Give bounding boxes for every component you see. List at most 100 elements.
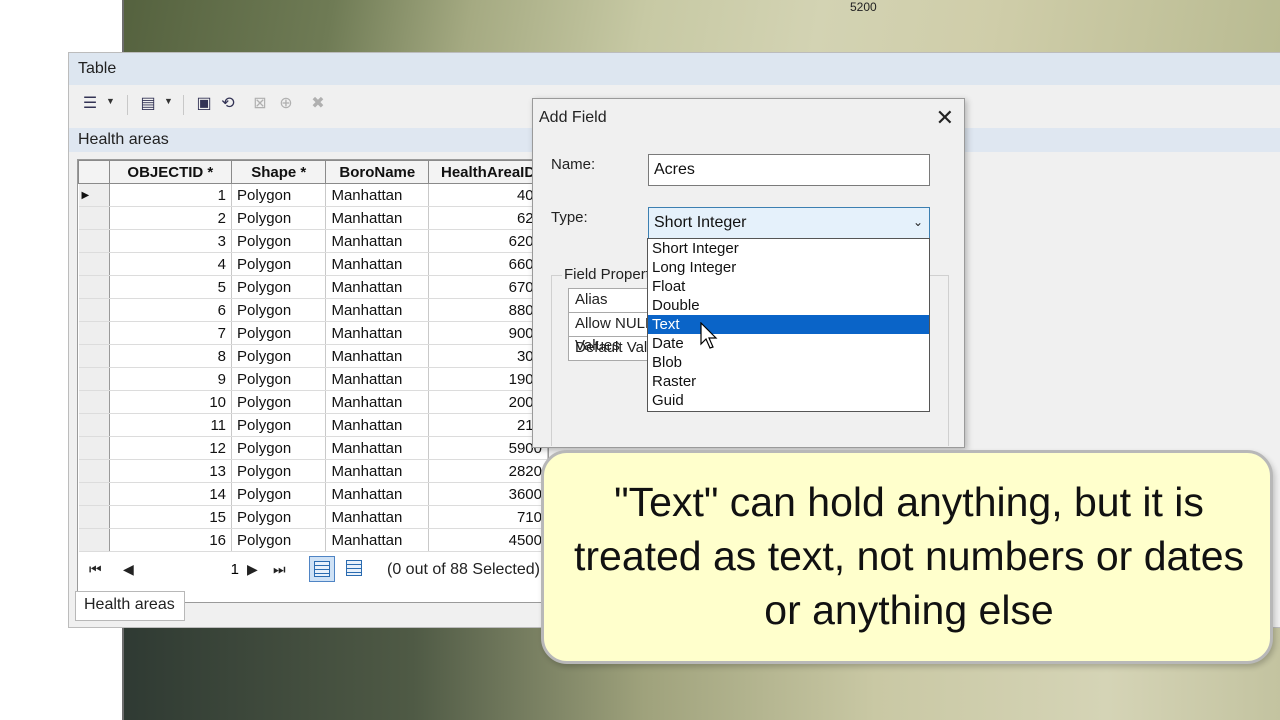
first-record-icon[interactable]: ⏮ xyxy=(89,561,102,578)
cell-objectid[interactable]: 2 xyxy=(109,206,233,230)
row-selector[interactable] xyxy=(78,275,110,299)
cell-boroname[interactable]: Manhattan xyxy=(325,505,430,529)
table-row[interactable]: 5 Polygon Manhattan 6700 xyxy=(78,275,548,299)
cell-shape[interactable]: Polygon xyxy=(231,252,327,276)
cell-boroname[interactable]: Manhattan xyxy=(325,229,430,253)
cell-healthareaid[interactable]: 9000 xyxy=(428,321,548,345)
cell-objectid[interactable]: 12 xyxy=(109,436,233,460)
row-selector[interactable] xyxy=(78,321,110,345)
related-tables-icon[interactable]: ▤ xyxy=(137,93,159,115)
row-selector[interactable] xyxy=(78,367,110,391)
type-option[interactable]: Blob xyxy=(648,353,929,372)
row-selector[interactable] xyxy=(78,298,110,322)
cell-objectid[interactable]: 10 xyxy=(109,390,233,414)
next-record-icon[interactable]: ▶ xyxy=(247,561,258,578)
cell-shape[interactable]: Polygon xyxy=(231,528,327,552)
row-selector[interactable] xyxy=(78,459,110,483)
row-selector[interactable] xyxy=(78,482,110,506)
cell-healthareaid[interactable]: 1900 xyxy=(428,367,548,391)
table-row[interactable]: 14 Polygon Manhattan 3600 xyxy=(78,482,548,506)
cell-shape[interactable]: Polygon xyxy=(231,436,327,460)
table-options-icon[interactable]: ☰ xyxy=(79,93,101,115)
cell-objectid[interactable]: 6 xyxy=(109,298,233,322)
cell-healthareaid[interactable]: 4500 xyxy=(428,528,548,552)
tab-health-areas[interactable]: Health areas xyxy=(75,591,185,621)
cell-objectid[interactable]: 8 xyxy=(109,344,233,368)
table-row[interactable]: 4 Polygon Manhattan 6600 xyxy=(78,252,548,276)
clear-selection-icon[interactable]: ⊠ xyxy=(249,93,271,115)
table-row[interactable]: 13 Polygon Manhattan 2820 xyxy=(78,459,548,483)
cell-healthareaid[interactable]: 5900 xyxy=(428,436,548,460)
cell-objectid[interactable]: 13 xyxy=(109,459,233,483)
cell-boroname[interactable]: Manhattan xyxy=(325,459,430,483)
cell-healthareaid[interactable]: 210 xyxy=(428,413,548,437)
row-selector[interactable] xyxy=(78,344,110,368)
cell-shape[interactable]: Polygon xyxy=(231,298,327,322)
cell-objectid[interactable]: 11 xyxy=(109,413,233,437)
cell-shape[interactable]: Polygon xyxy=(231,505,327,529)
show-all-records-button[interactable] xyxy=(309,556,335,582)
cell-shape[interactable]: Polygon xyxy=(231,344,327,368)
table-row[interactable]: 12 Polygon Manhattan 5900 xyxy=(78,436,548,460)
cell-shape[interactable]: Polygon xyxy=(231,390,327,414)
cell-healthareaid[interactable]: 2820 xyxy=(428,459,548,483)
cell-boroname[interactable]: Manhattan xyxy=(325,321,430,345)
table-row[interactable]: 10 Polygon Manhattan 2000 xyxy=(78,390,548,414)
cell-shape[interactable]: Polygon xyxy=(231,482,327,506)
cell-boroname[interactable]: Manhattan xyxy=(325,344,430,368)
table-row[interactable]: 3 Polygon Manhattan 6200 xyxy=(78,229,548,253)
row-selector[interactable] xyxy=(78,390,110,414)
cell-boroname[interactable]: Manhattan xyxy=(325,413,430,437)
cell-shape[interactable]: Polygon xyxy=(231,229,327,253)
cell-objectid[interactable]: 7 xyxy=(109,321,233,345)
row-selector[interactable] xyxy=(78,528,110,552)
cell-objectid[interactable]: 9 xyxy=(109,367,233,391)
type-option[interactable]: Float xyxy=(648,277,929,296)
cell-shape[interactable]: Polygon xyxy=(231,367,327,391)
cell-boroname[interactable]: Manhattan xyxy=(325,183,430,207)
row-selector[interactable] xyxy=(78,206,110,230)
type-option[interactable]: Double xyxy=(648,296,929,315)
type-option[interactable]: Raster xyxy=(648,372,929,391)
cell-objectid[interactable]: 5 xyxy=(109,275,233,299)
cell-boroname[interactable]: Manhattan xyxy=(325,482,430,506)
cell-healthareaid[interactable]: 400 xyxy=(428,183,548,207)
table-row[interactable]: 15 Polygon Manhattan 710 xyxy=(78,505,548,529)
current-record-input[interactable] xyxy=(153,558,243,580)
table-options-dropdown-icon[interactable]: ▼ xyxy=(106,96,115,106)
cell-objectid[interactable]: 1 xyxy=(109,183,233,207)
column-header-boroname[interactable]: BoroName xyxy=(325,160,430,184)
window-title-bar[interactable]: Table xyxy=(69,53,1280,85)
row-selector[interactable] xyxy=(78,413,110,437)
switch-selection-icon[interactable]: ⟲ xyxy=(217,93,239,115)
cell-objectid[interactable]: 16 xyxy=(109,528,233,552)
cell-boroname[interactable]: Manhattan xyxy=(325,528,430,552)
table-row[interactable]: 16 Polygon Manhattan 4500 xyxy=(78,528,548,552)
cell-boroname[interactable]: Manhattan xyxy=(325,298,430,322)
cell-shape[interactable]: Polygon xyxy=(231,183,327,207)
cell-boroname[interactable]: Manhattan xyxy=(325,206,430,230)
cell-shape[interactable]: Polygon xyxy=(231,275,327,299)
row-selector[interactable]: ▶ xyxy=(78,183,110,207)
cell-healthareaid[interactable]: 300 xyxy=(428,344,548,368)
column-header-shape[interactable]: Shape * xyxy=(231,160,327,184)
field-type-dropdown-list[interactable]: Short Integer Long Integer Float Double Text… xyxy=(647,238,930,412)
cell-boroname[interactable]: Manhattan xyxy=(325,275,430,299)
row-selector[interactable] xyxy=(78,436,110,460)
attribute-table[interactable]: OBJECTID * Shape * BoroName HealthAreaID… xyxy=(77,159,549,603)
cell-shape[interactable]: Polygon xyxy=(231,459,327,483)
select-by-attributes-icon[interactable]: ▣ xyxy=(193,93,215,115)
type-option[interactable]: Short Integer xyxy=(648,239,929,258)
previous-record-icon[interactable]: ◀ xyxy=(123,561,134,578)
field-name-input[interactable] xyxy=(648,154,930,186)
related-tables-dropdown-icon[interactable]: ▼ xyxy=(164,96,173,106)
table-row[interactable]: 11 Polygon Manhattan 210 xyxy=(78,413,548,437)
cell-healthareaid[interactable]: 2000 xyxy=(428,390,548,414)
cell-boroname[interactable]: Manhattan xyxy=(325,436,430,460)
cell-healthareaid[interactable]: 6700 xyxy=(428,275,548,299)
table-row[interactable]: ▶ 1 Polygon Manhattan 400 xyxy=(78,183,548,207)
cell-shape[interactable]: Polygon xyxy=(231,206,327,230)
column-header-objectid[interactable]: OBJECTID * xyxy=(108,160,233,184)
type-option[interactable]: Text xyxy=(648,315,929,334)
type-option[interactable]: Date xyxy=(648,334,929,353)
